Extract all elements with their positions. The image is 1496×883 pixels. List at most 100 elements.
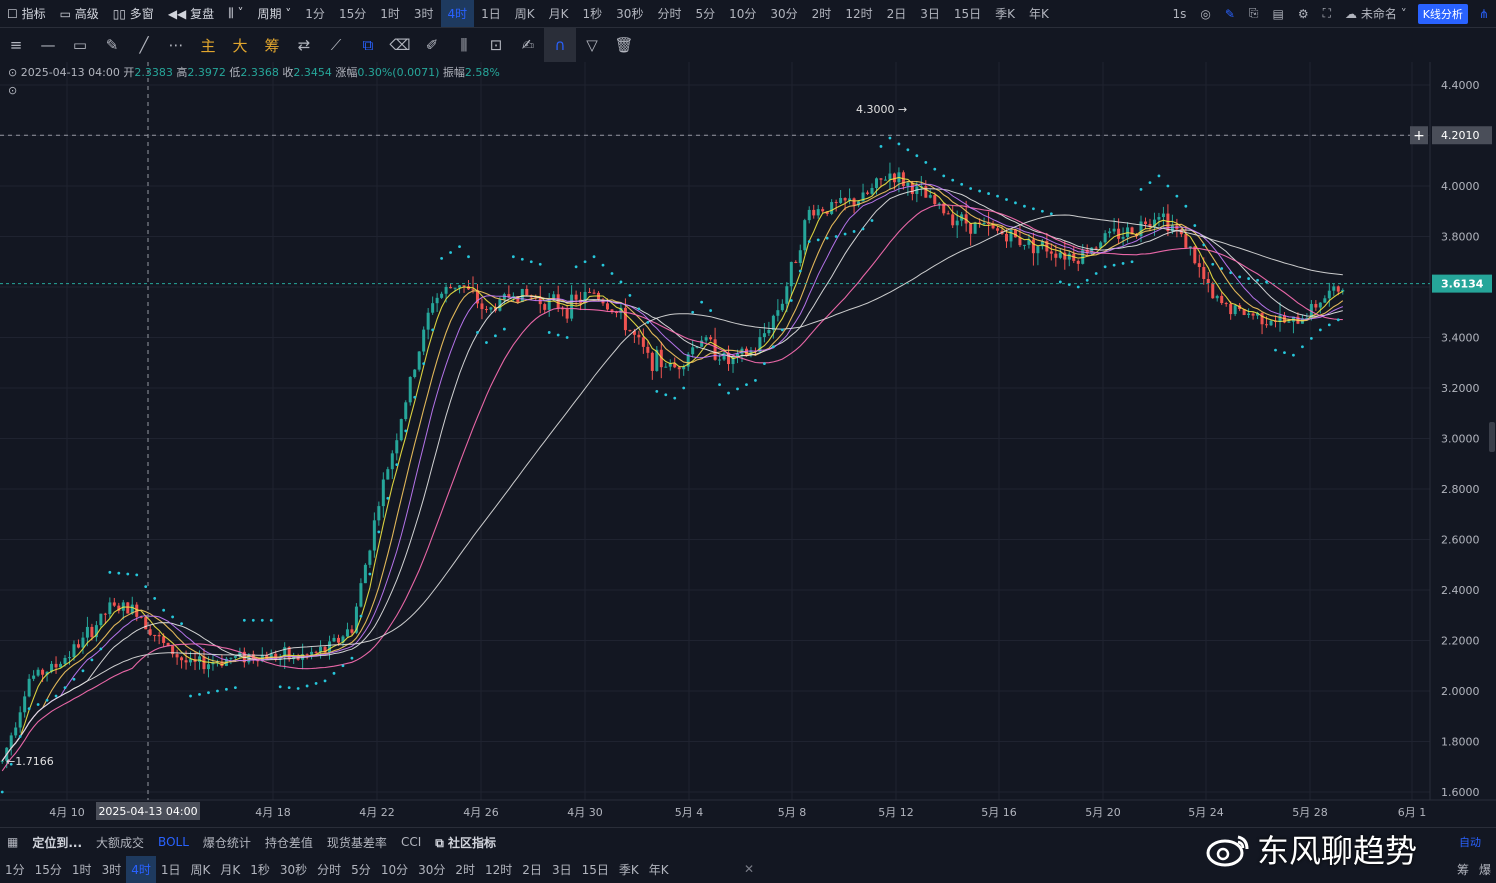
bottom-right-0[interactable]: 筹 xyxy=(1452,856,1474,883)
k-analysis-button[interactable]: K线分析 xyxy=(1417,3,1468,24)
bottom-period-0[interactable]: 1分 xyxy=(0,856,30,883)
lock-icon[interactable]: ⊡ xyxy=(480,28,512,62)
auto-label[interactable]: 自动 xyxy=(1459,834,1481,850)
bottom-period-14[interactable]: 2时 xyxy=(450,856,480,883)
bottom-period-3[interactable]: 3时 xyxy=(97,856,127,883)
period-1[interactable]: 15分 xyxy=(332,0,373,27)
y-tick-label: 2.2000 xyxy=(1441,635,1480,648)
period-9[interactable]: 30秒 xyxy=(609,0,650,27)
period-8[interactable]: 1秒 xyxy=(576,0,610,27)
bottom-right-1[interactable]: 爆 xyxy=(1474,856,1496,883)
period-3[interactable]: 3时 xyxy=(407,0,441,27)
period-18[interactable]: 15日 xyxy=(947,0,988,27)
indicator-button[interactable]: ☐ 指标 xyxy=(0,0,53,27)
large-trade-button[interactable]: 大额成交 xyxy=(89,834,151,851)
bottom-period-7[interactable]: 月K xyxy=(215,856,245,883)
camera-icon[interactable]: ◎ xyxy=(1193,0,1217,27)
multi-window-button[interactable]: ▯▯ 多窗 xyxy=(106,0,161,27)
boll-button[interactable]: BOLL xyxy=(151,835,196,849)
period-7[interactable]: 月K xyxy=(542,0,576,27)
period-5[interactable]: 1日 xyxy=(474,0,508,27)
bottom-period-9[interactable]: 30秒 xyxy=(275,856,312,883)
pen-icon[interactable]: ✎ xyxy=(1218,0,1242,27)
bottom-period-6[interactable]: 周K xyxy=(185,856,215,883)
eraser-icon[interactable]: ⌫ xyxy=(384,28,416,62)
rectangle-icon[interactable]: ▭ xyxy=(64,28,96,62)
trend-line-icon[interactable]: ╱ xyxy=(128,28,160,62)
period-19[interactable]: 季K xyxy=(988,0,1022,27)
period-4[interactable]: 4时 xyxy=(440,0,475,27)
chart-type-button[interactable]: ⫼ ˅ xyxy=(221,0,250,27)
trash-icon[interactable]: 🗑 xyxy=(608,28,640,62)
bottom-period-15[interactable]: 12时 xyxy=(480,856,517,883)
advanced-button[interactable]: ▭ 高级 xyxy=(53,0,106,27)
bottom-period-2[interactable]: 1时 xyxy=(67,856,97,883)
bottom-period-19[interactable]: 季K xyxy=(614,856,644,883)
sar-dot xyxy=(834,235,838,238)
period-15[interactable]: 12时 xyxy=(838,0,879,27)
bottom-period-11[interactable]: 5分 xyxy=(346,856,376,883)
pattern-icon[interactable]: ⫼ xyxy=(448,28,480,62)
copy-icon[interactable]: ⧉ xyxy=(352,28,384,62)
period-13[interactable]: 30分 xyxy=(763,0,804,27)
bottom-period-17[interactable]: 3日 xyxy=(547,856,577,883)
price-chart[interactable]: 4.40004.20004.00003.80003.60003.40003.20… xyxy=(0,62,1496,827)
period-10[interactable]: 分时 xyxy=(650,0,688,27)
basis-button[interactable]: 现货基差率 xyxy=(320,834,394,851)
bottom-period-10[interactable]: 分时 xyxy=(312,856,346,883)
period-2[interactable]: 1时 xyxy=(373,0,407,27)
calendar-icon[interactable]: ▦ xyxy=(0,835,25,849)
edit-icon[interactable]: ✍ xyxy=(512,28,544,62)
legend-collapse-icon[interactable]: ⊙ xyxy=(8,66,17,79)
bottom-period-8[interactable]: 1秒 xyxy=(245,856,275,883)
legend-expand-icon[interactable]: ⊙ xyxy=(8,84,500,97)
period-0[interactable]: 1分 xyxy=(298,0,332,27)
draw-icon[interactable]: ⎘ xyxy=(1242,0,1266,27)
period-6[interactable]: 周K xyxy=(508,0,542,27)
bottom-period-13[interactable]: 30分 xyxy=(413,856,450,883)
bottom-period-1[interactable]: 15分 xyxy=(30,856,67,883)
period-11[interactable]: 5分 xyxy=(688,0,722,27)
pencil-icon[interactable]: ✐ xyxy=(416,28,448,62)
period-17[interactable]: 3日 xyxy=(913,0,947,27)
replay-button[interactable]: ◀◀ 复盘 xyxy=(161,0,221,27)
liquidation-button[interactable]: 爆仓统计 xyxy=(196,834,258,851)
community-indicator-button[interactable]: ⧉ 社区指标 xyxy=(428,834,503,851)
more-icon[interactable]: ⋯ xyxy=(160,28,192,62)
bottom-period-18[interactable]: 15日 xyxy=(577,856,614,883)
chip-tool[interactable]: 筹 xyxy=(256,28,288,62)
fullscreen-icon[interactable]: ⛶ xyxy=(1316,0,1338,27)
open-interest-button[interactable]: 持仓差值 xyxy=(258,834,320,851)
scroll-handle[interactable] xyxy=(1489,422,1495,452)
bottom-period-16[interactable]: 2日 xyxy=(517,856,547,883)
bottom-period-12[interactable]: 10分 xyxy=(376,856,413,883)
period-20[interactable]: 年K xyxy=(1022,0,1056,27)
bottom-period-5[interactable]: 1日 xyxy=(156,856,186,883)
bottom-period-4[interactable]: 4时 xyxy=(126,856,156,883)
bottom-period-20[interactable]: 年K xyxy=(644,856,674,883)
period-dropdown[interactable]: 周期 ˅ xyxy=(250,0,298,27)
period-16[interactable]: 2日 xyxy=(880,0,914,27)
period-12[interactable]: 10分 xyxy=(722,0,763,27)
main-indicator-tool[interactable]: 主 xyxy=(192,28,224,62)
share-icon[interactable]: ⋔ xyxy=(1472,0,1496,27)
x-tick-label: 4月 30 xyxy=(567,806,603,819)
ruler-icon[interactable]: ⟋ xyxy=(320,28,352,62)
brush-icon[interactable]: ✎ xyxy=(96,28,128,62)
large-order-tool[interactable]: 大 xyxy=(224,28,256,62)
locate-button[interactable]: 定位到... xyxy=(25,834,89,851)
period-14[interactable]: 2时 xyxy=(805,0,839,27)
sar-dot xyxy=(574,265,578,269)
bottom-close-icon[interactable]: ✕ xyxy=(744,862,754,876)
settings-icon[interactable]: ⚙ xyxy=(1291,0,1316,27)
filter-icon[interactable]: ▽ xyxy=(576,28,608,62)
layout-button[interactable]: ☁ 未命名 ˅ xyxy=(1338,0,1414,27)
cci-button[interactable]: CCI xyxy=(394,835,428,849)
magnet-icon[interactable]: ∩ xyxy=(544,28,576,62)
plus-icon[interactable]: + xyxy=(1413,128,1425,144)
swap-icon[interactable]: ⇄ xyxy=(288,28,320,62)
menu-icon[interactable]: ≡ xyxy=(0,28,32,62)
display-icon[interactable]: ▤ xyxy=(1266,0,1291,27)
horizontal-line-icon[interactable]: — xyxy=(32,28,64,62)
interval-button[interactable]: 1s xyxy=(1165,0,1193,27)
